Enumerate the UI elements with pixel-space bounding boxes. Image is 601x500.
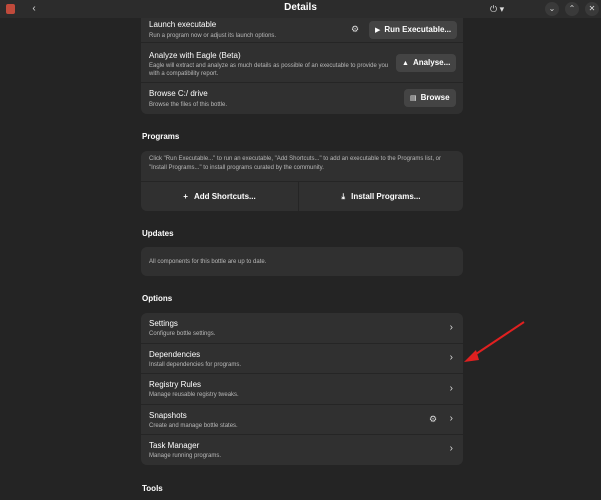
- eagle-subtitle: Eagle will extract and analyze as much d…: [149, 63, 389, 77]
- bottles-details-window: Launch executable Run a program now or a…: [0, 0, 601, 500]
- options-item-title: Snapshots: [149, 411, 187, 420]
- chevron-right-icon: ›: [449, 352, 453, 363]
- maximize-button[interactable]: ⌃: [565, 2, 579, 16]
- programs-card: Click "Run Executable..." to run an exec…: [141, 151, 463, 211]
- options-item-snapshots[interactable]: Snapshots Create and manage bottle state…: [141, 405, 463, 435]
- snapshot-settings-icon[interactable]: ⚙: [429, 414, 437, 425]
- options-item-title: Dependencies: [149, 350, 201, 359]
- file-icon: ▤: [410, 95, 417, 102]
- chevron-up-icon: ⌃: [568, 4, 576, 13]
- options-item-task-manager[interactable]: Task Manager Manage running programs. ›: [141, 435, 463, 465]
- analyse-button[interactable]: ▲ Analyse...: [396, 54, 457, 72]
- header-bar: ‹ Details ⏻ ▾ ⌄ ⌃ ✕: [0, 0, 601, 18]
- options-item-settings[interactable]: Settings Configure bottle settings. ›: [141, 313, 463, 344]
- options-item-subtitle: Configure bottle settings.: [149, 331, 216, 337]
- eagle-title: Analyze with Eagle (Beta): [149, 51, 241, 60]
- options-item-title: Registry Rules: [149, 380, 202, 389]
- updates-card: All components for this bottle are up to…: [141, 247, 463, 276]
- download-icon: ⤓: [341, 192, 346, 201]
- options-item-title: Task Manager: [149, 441, 200, 450]
- options-heading: Options: [142, 294, 173, 303]
- programs-description: Click "Run Executable..." to run an exec…: [149, 156, 442, 171]
- options-card: Settings Configure bottle settings. › De…: [141, 313, 463, 465]
- close-icon: ✕: [588, 4, 596, 13]
- minimize-button[interactable]: ⌄: [545, 2, 559, 16]
- options-item-subtitle: Manage reusable registry tweaks.: [149, 392, 239, 398]
- chevron-down-icon: ⌄: [548, 4, 556, 13]
- tools-heading: Tools: [142, 484, 163, 493]
- eagle-icon: ▲: [402, 60, 409, 67]
- programs-heading: Programs: [142, 132, 180, 141]
- run-executable-button[interactable]: ▶ Run Executable...: [369, 21, 458, 39]
- play-icon: ▶: [375, 27, 381, 34]
- add-shortcuts-button[interactable]: + Add Shortcuts...: [141, 182, 298, 211]
- chevron-right-icon: ›: [449, 443, 453, 454]
- install-programs-button[interactable]: ⤓ Install Programs...: [299, 182, 463, 211]
- options-item-subtitle: Install dependencies for programs.: [149, 362, 242, 368]
- programs-actions: + Add Shortcuts... ⤓ Install Programs...: [141, 181, 463, 211]
- launch-options-card: Launch executable Run a program now or a…: [141, 12, 463, 114]
- options-item-registry-rules[interactable]: Registry Rules Manage reusable registry …: [141, 374, 463, 405]
- browse-title: Browse C:/ drive: [149, 89, 208, 98]
- browse-row: Browse C:/ drive Browse the files of thi…: [141, 83, 463, 114]
- gear-icon[interactable]: ⚙: [351, 24, 359, 35]
- updates-heading: Updates: [142, 229, 174, 238]
- browse-button[interactable]: ▤ Browse: [404, 89, 456, 107]
- options-item-dependencies[interactable]: Dependencies Install dependencies for pr…: [141, 344, 463, 374]
- chevron-right-icon: ›: [449, 383, 453, 394]
- launch-executable-subtitle: Run a program now or adjust its launch o…: [149, 33, 277, 39]
- chevron-right-icon: ›: [449, 322, 453, 333]
- options-item-subtitle: Create and manage bottle states.: [149, 423, 238, 429]
- power-menu-button[interactable]: ⏻ ▾: [490, 2, 514, 16]
- eagle-row: Analyze with Eagle (Beta) Eagle will ext…: [141, 43, 463, 83]
- close-button[interactable]: ✕: [585, 2, 599, 16]
- details-content: Launch executable Run a program now or a…: [0, 0, 601, 500]
- power-icon: ⏻: [490, 4, 498, 14]
- updates-status: All components for this bottle are up to…: [149, 259, 267, 265]
- options-item-title: Settings: [149, 319, 178, 328]
- browse-subtitle: Browse the files of this bottle.: [149, 102, 228, 108]
- annotation-arrow: [464, 321, 525, 362]
- chevron-down-icon: ▾: [499, 4, 505, 14]
- launch-executable-title: Launch executable: [149, 20, 217, 29]
- plus-icon: +: [183, 192, 188, 201]
- chevron-right-icon: ›: [449, 413, 453, 424]
- options-item-subtitle: Manage running programs.: [149, 453, 222, 459]
